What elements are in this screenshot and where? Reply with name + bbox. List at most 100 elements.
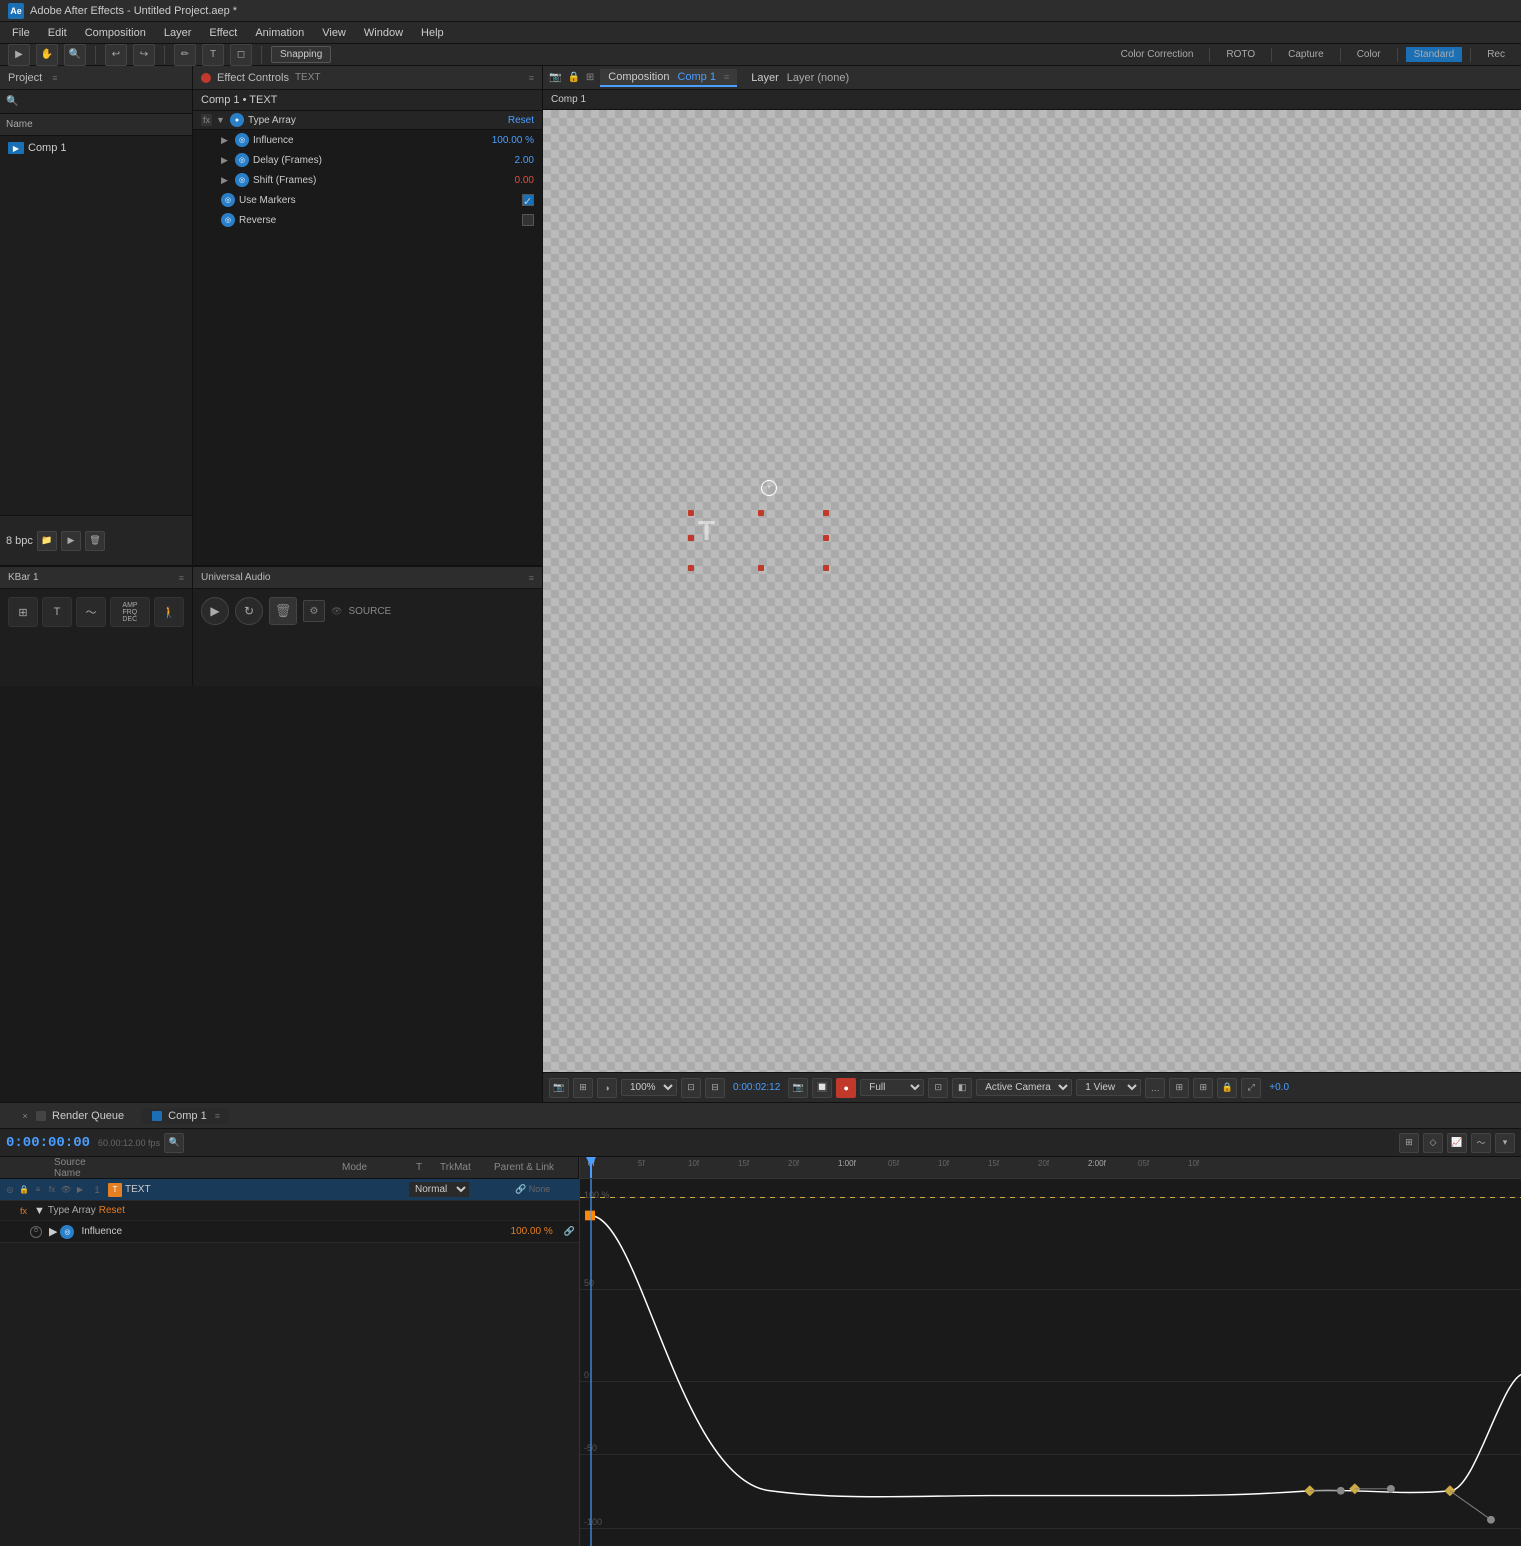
viewer-canvas[interactable]: T + bbox=[543, 110, 1521, 1072]
viewer-grid2-btn[interactable]: ⊞ bbox=[1169, 1078, 1189, 1098]
layer-solo-btn[interactable]: ◎ bbox=[4, 1184, 16, 1196]
tl-markers-btn[interactable]: ▾ bbox=[1495, 1133, 1515, 1153]
viewer-alpha-btn[interactable]: ◧ bbox=[952, 1078, 972, 1098]
sub-expand-icon[interactable]: ▼ bbox=[34, 1205, 45, 1217]
ws-color[interactable]: Color bbox=[1349, 47, 1389, 62]
ws-standard[interactable]: Standard bbox=[1406, 47, 1463, 62]
delete-btn[interactable]: 🗑 bbox=[85, 531, 105, 551]
audio-loop-btn[interactable]: ↻ bbox=[235, 597, 263, 625]
kbar-icon-wave[interactable]: 〜 bbox=[76, 597, 106, 627]
ec-reverse-checkbox[interactable] bbox=[522, 214, 534, 226]
kbar-icon-grid[interactable]: ⊞ bbox=[8, 597, 38, 627]
tl-graph-btn[interactable]: 📈 bbox=[1447, 1133, 1467, 1153]
kbar-menu-icon[interactable]: ≡ bbox=[179, 573, 184, 583]
viewer-show-snap-btn[interactable]: 🔲 bbox=[812, 1078, 832, 1098]
layer-mode-select[interactable]: Normal Add Multiply bbox=[409, 1182, 469, 1197]
audio-delete-btn[interactable]: 🗑 bbox=[269, 597, 297, 625]
ws-capture[interactable]: Capture bbox=[1280, 47, 1332, 62]
menu-layer[interactable]: Layer bbox=[156, 25, 200, 41]
ec-shift-expand[interactable]: ▶ bbox=[221, 175, 231, 186]
viewer-render-btn[interactable]: ● bbox=[836, 1078, 856, 1098]
viewer-quality-select[interactable]: Full Half Quarter bbox=[860, 1079, 924, 1096]
tool-redo[interactable]: ↪ bbox=[133, 44, 155, 66]
ec-menu-icon[interactable]: ≡ bbox=[529, 73, 534, 83]
tl-motion-btn[interactable]: 〜 bbox=[1471, 1133, 1491, 1153]
layer-row-text[interactable]: ◎ 🔒 ≡ fx 👁 ▶ 1 T TEXT Normal Add Multipl… bbox=[0, 1179, 579, 1201]
viewer-grid-btn[interactable]: ⊞ bbox=[573, 1078, 593, 1098]
viewer-region-btn[interactable]: ⊡ bbox=[928, 1078, 948, 1098]
ws-roto[interactable]: ROTO bbox=[1218, 47, 1263, 62]
layer-shy-btn[interactable]: ≡ bbox=[32, 1184, 44, 1196]
tool-undo[interactable]: ↩ bbox=[105, 44, 127, 66]
menu-file[interactable]: File bbox=[4, 25, 38, 41]
layer-lock-btn[interactable]: 🔒 bbox=[18, 1184, 30, 1196]
handle-mr[interactable] bbox=[823, 535, 829, 541]
viewer-lock-btn[interactable]: 🔒 bbox=[1217, 1078, 1237, 1098]
viewer-camera-select[interactable]: Active Camera Camera 1 bbox=[976, 1079, 1072, 1096]
ec-inf-expand[interactable]: ▶ bbox=[221, 135, 231, 146]
viewer-view-select[interactable]: 1 View 2 Views bbox=[1076, 1079, 1141, 1096]
handle-tm[interactable] bbox=[758, 510, 764, 516]
anchor-point[interactable]: + bbox=[761, 480, 777, 496]
viewer-snapshot-btn[interactable]: 📷 bbox=[788, 1078, 808, 1098]
snapping-button[interactable]: Snapping bbox=[271, 46, 331, 63]
viewer-channel-btn[interactable]: ◑ bbox=[597, 1078, 617, 1098]
inf-expand-icon[interactable]: ▶ bbox=[49, 1225, 57, 1238]
menu-edit[interactable]: Edit bbox=[40, 25, 75, 41]
layer-vis-btn[interactable]: 👁 bbox=[60, 1184, 72, 1196]
tl-comp-btn[interactable]: ⊞ bbox=[1399, 1133, 1419, 1153]
kbar-icon-amp[interactable]: AMPFRQDEC bbox=[110, 597, 150, 627]
ec-inf-value[interactable]: 100.00 % bbox=[492, 135, 534, 146]
render-queue-close[interactable]: × bbox=[18, 1109, 32, 1123]
stopwatch-icon[interactable]: ⏱ bbox=[30, 1226, 42, 1238]
new-folder-btn[interactable]: 📁 bbox=[37, 531, 57, 551]
kbar-icon-text[interactable]: T bbox=[42, 597, 72, 627]
handle-ml[interactable] bbox=[688, 535, 694, 541]
viewer-more-btn[interactable]: … bbox=[1145, 1078, 1165, 1098]
tool-hand[interactable]: ✋ bbox=[36, 44, 58, 66]
layer-mute-btn[interactable]: ▶ bbox=[74, 1184, 86, 1196]
menu-help[interactable]: Help bbox=[413, 25, 452, 41]
viewer-layer-tab[interactable]: Layer Layer (none) bbox=[743, 70, 857, 86]
tool-text[interactable]: T bbox=[202, 44, 224, 66]
handle-bl[interactable] bbox=[688, 565, 694, 571]
handle-tl[interactable] bbox=[688, 510, 694, 516]
layer-effect-btn[interactable]: fx bbox=[46, 1184, 58, 1196]
ec-reset-btn[interactable]: Reset bbox=[508, 115, 534, 126]
tl-search-btn[interactable]: 🔍 bbox=[164, 1133, 184, 1153]
tool-pen[interactable]: ✏ bbox=[174, 44, 196, 66]
project-menu-icon[interactable]: ≡ bbox=[52, 73, 57, 83]
menu-animation[interactable]: Animation bbox=[247, 25, 312, 41]
viewer-comp-menu[interactable]: ≡ bbox=[724, 72, 729, 82]
ws-color-correction[interactable]: Color Correction bbox=[1113, 47, 1202, 62]
ws-rec[interactable]: Rec bbox=[1479, 47, 1513, 62]
handle-bm[interactable] bbox=[758, 565, 764, 571]
menu-effect[interactable]: Effect bbox=[201, 25, 245, 41]
viewer-safe-btn[interactable]: ⊟ bbox=[705, 1078, 725, 1098]
comp1-tab-menu[interactable]: ≡ bbox=[215, 1111, 220, 1121]
viewer-fit-btn[interactable]: ⊡ bbox=[681, 1078, 701, 1098]
ec-delay-value[interactable]: 2.00 bbox=[515, 155, 534, 166]
tool-zoom[interactable]: 🔍 bbox=[64, 44, 86, 66]
tool-shape[interactable]: ◻ bbox=[230, 44, 252, 66]
audio-settings-btn[interactable]: ⚙ bbox=[303, 600, 325, 622]
viewer-snap-btn[interactable]: 📷 bbox=[549, 1078, 569, 1098]
influence-value[interactable]: 100.00 % bbox=[511, 1226, 553, 1237]
ec-markers-checkbox[interactable]: ✓ bbox=[522, 194, 534, 206]
project-item[interactable]: ▶ Comp 1 bbox=[4, 140, 188, 156]
menu-view[interactable]: View bbox=[314, 25, 354, 41]
viewer-reset-btn[interactable]: ⤢ bbox=[1241, 1078, 1261, 1098]
viewer-zoom-select[interactable]: 100% 50% 200% bbox=[621, 1079, 677, 1096]
menu-composition[interactable]: Composition bbox=[77, 25, 154, 41]
tool-select[interactable]: ▶ bbox=[8, 44, 30, 66]
viewer-render2-btn[interactable]: ⊞ bbox=[1193, 1078, 1213, 1098]
handle-tr[interactable] bbox=[823, 510, 829, 516]
audio-menu-icon[interactable]: ≡ bbox=[529, 573, 534, 583]
kbar-icon-person[interactable]: 🚶 bbox=[154, 597, 184, 627]
ec-shift-value[interactable]: 0.00 bbox=[515, 175, 534, 186]
handle-br[interactable] bbox=[823, 565, 829, 571]
tl-keyframe-btn[interactable]: ◇ bbox=[1423, 1133, 1443, 1153]
menu-window[interactable]: Window bbox=[356, 25, 411, 41]
ec-expand-arrow[interactable]: ▼ bbox=[216, 115, 226, 125]
sub-type-array-reset[interactable]: Reset bbox=[99, 1205, 125, 1216]
